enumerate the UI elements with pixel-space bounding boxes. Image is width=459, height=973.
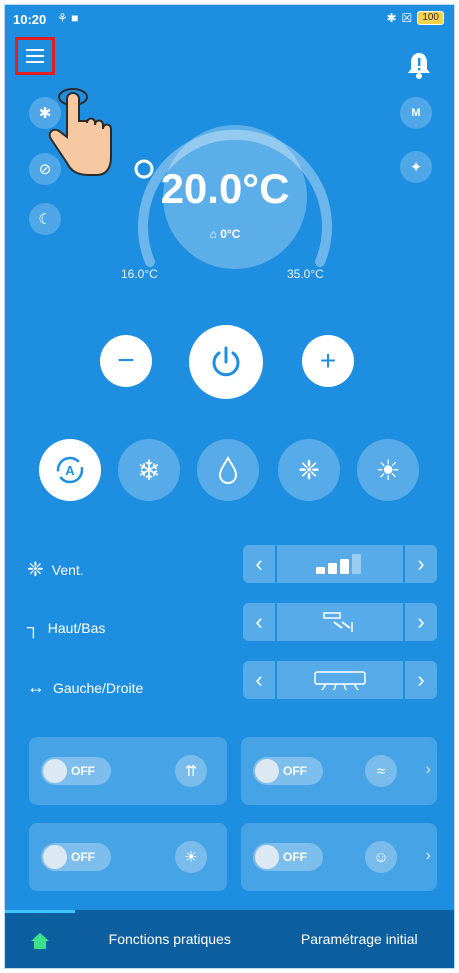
chevron-right-icon: › xyxy=(417,609,425,634)
airflow-card[interactable]: OFF ≈ › xyxy=(241,737,437,805)
chevron-left-icon: ‹ xyxy=(255,667,263,692)
status-bar: 10:20 ⚘ ■ ✱ ☒ 100 xyxy=(5,5,454,33)
horizontal-swing-value xyxy=(277,661,403,699)
turbo-card[interactable]: OFF ⇈ xyxy=(29,737,227,805)
droplet-icon xyxy=(218,455,238,484)
airflow-icon: ≈ xyxy=(365,755,397,787)
expand-button[interactable]: ✦ xyxy=(400,151,432,183)
chevron-right-icon: › xyxy=(425,847,431,864)
status-right-icons: ✱ ☒ 100 xyxy=(386,11,444,25)
horizontal-swing-stepper: ‹ › xyxy=(243,661,437,699)
bluetooth-icon: ✱ xyxy=(386,11,397,25)
sleep-button[interactable]: ☾ xyxy=(29,203,61,235)
plus-icon: + xyxy=(319,345,337,376)
expand-icon: ✦ xyxy=(409,159,423,176)
louver-horizontal-icon xyxy=(314,671,366,691)
status-notification-icons: ⚘ ■ xyxy=(57,11,79,25)
fan-speed-next-button[interactable]: › xyxy=(405,545,437,583)
person-sensor-toggle[interactable]: OFF xyxy=(253,843,323,871)
app-screen: 10:20 ⚘ ■ ✱ ☒ 100 ✱ ⊘ ☾ M ✦ 20.0°C ⌂ 0°C… xyxy=(4,4,455,969)
set-temperature: 20.0°C xyxy=(160,165,290,212)
indoor-temperature: ⌂ 0°C xyxy=(209,227,241,241)
home-icon xyxy=(31,932,49,949)
max-temperature: 35.0°C xyxy=(287,267,324,281)
tab-fonctions-pratiques[interactable]: Fonctions pratiques xyxy=(75,910,265,968)
mode-fan-button[interactable]: ❈ xyxy=(278,439,340,501)
horizontal-swing-prev-button[interactable]: ‹ xyxy=(243,661,275,699)
vertical-swing-stepper: ‹ › xyxy=(243,603,437,641)
horizontal-swing-next-button[interactable]: › xyxy=(405,661,437,699)
turbo-icon: ⇈ xyxy=(175,755,207,787)
svg-text:A: A xyxy=(65,463,75,478)
fan-speed-value xyxy=(277,545,403,583)
chevron-right-icon: › xyxy=(417,551,425,576)
vertical-swing-label: ┐ Haut/Bas xyxy=(27,617,106,637)
vertical-swing-next-button[interactable]: › xyxy=(405,603,437,641)
lightbulb-icon: ☀ xyxy=(175,841,207,873)
vertical-swing-value xyxy=(277,603,403,641)
menu-button[interactable] xyxy=(15,37,55,75)
vertical-swing-icon: ┐ xyxy=(27,617,40,637)
tab-parametrage-initial[interactable]: Paramétrage initial xyxy=(265,910,455,968)
turbo-toggle[interactable]: OFF xyxy=(41,757,111,785)
fan-level-bars-icon xyxy=(316,554,361,574)
light-card[interactable]: OFF ☀ xyxy=(29,823,227,891)
sun-icon: ☀ xyxy=(375,454,401,486)
horizontal-swing-icon: ↔ xyxy=(27,677,45,697)
mode-auto-button[interactable]: A xyxy=(39,439,101,501)
vertical-swing-prev-button[interactable]: ‹ xyxy=(243,603,275,641)
person-sensor-icon: ☺ xyxy=(365,841,397,873)
decrease-temperature-button[interactable]: − xyxy=(100,335,152,387)
fan-icon: ❈ xyxy=(27,559,44,581)
auto-mode-icon: A xyxy=(56,456,84,484)
power-button[interactable] xyxy=(189,325,263,399)
bottom-navigation: Fonctions pratiques Paramétrage initial xyxy=(5,910,454,968)
fan-icon: ❈ xyxy=(298,454,320,485)
mode-dry-button[interactable] xyxy=(197,439,259,501)
fan-speed-label: ❈ Vent. xyxy=(27,559,84,581)
chevron-left-icon: ‹ xyxy=(255,609,263,634)
sleep-moon-icon: ☾ xyxy=(38,211,52,228)
home-icon: ⌂ xyxy=(209,227,217,241)
bell-icon[interactable] xyxy=(406,51,432,79)
pointing-hand-icon xyxy=(48,88,112,176)
battery-indicator: 100 xyxy=(417,11,444,25)
person-sensor-card[interactable]: OFF ☺ › xyxy=(241,823,437,891)
horizontal-swing-label: ↔ Gauche/Droite xyxy=(27,677,144,697)
snowflake-icon: ❄ xyxy=(137,454,161,486)
tab-home[interactable] xyxy=(5,910,75,968)
chevron-right-icon: › xyxy=(417,667,425,692)
light-toggle[interactable]: OFF xyxy=(41,843,111,871)
minus-icon: − xyxy=(117,344,135,377)
status-time: 10:20 xyxy=(13,12,47,27)
airflow-toggle[interactable]: OFF xyxy=(253,757,323,785)
schedule-icon: M xyxy=(411,107,421,119)
fan-speed-prev-button[interactable]: ‹ xyxy=(243,545,275,583)
min-temperature: 16.0°C xyxy=(121,267,158,281)
power-icon xyxy=(212,346,240,377)
chevron-left-icon: ‹ xyxy=(255,551,263,576)
chevron-right-icon: › xyxy=(425,761,431,778)
sim-icon: ☒ xyxy=(401,11,413,25)
louver-vertical-icon xyxy=(323,612,353,632)
increase-temperature-button[interactable]: + xyxy=(302,335,354,387)
mode-heat-button[interactable]: ☀ xyxy=(357,439,419,501)
fan-speed-stepper: ‹ › xyxy=(243,545,437,583)
mode-cool-button[interactable]: ❄ xyxy=(118,439,180,501)
hamburger-menu-icon xyxy=(26,49,44,63)
schedule-button[interactable]: M xyxy=(400,97,432,129)
